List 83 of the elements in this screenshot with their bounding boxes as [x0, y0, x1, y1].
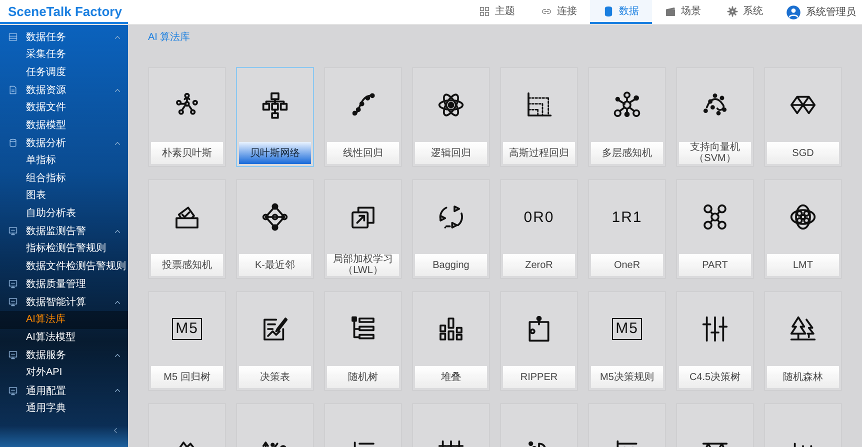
chart-grid-icon [525, 91, 553, 119]
menu-item[interactable]: 数据文件 [0, 99, 128, 116]
menu-group[interactable]: 通用配置 [0, 382, 128, 400]
algorithm-card[interactable]: PART [676, 179, 754, 279]
algorithm-card[interactable]: M5 M5决策规则 [588, 291, 666, 391]
menu-item[interactable]: 对外API [0, 364, 128, 382]
sliders-icon [701, 315, 729, 343]
menu-item[interactable]: AI算法库 [0, 311, 128, 328]
linked-circles-icon [701, 203, 729, 231]
algorithm-card[interactable]: C4.5决策树 [676, 291, 754, 391]
menu-group[interactable]: 数据质量管理 [0, 275, 128, 293]
monitor-icon [8, 386, 18, 396]
document-chart-icon [261, 315, 289, 343]
algorithm-card[interactable]: Bagging [412, 179, 490, 279]
chevron-left-icon [111, 426, 120, 435]
algorithm-card[interactable]: 0R0 ZeroR [500, 179, 578, 279]
algorithm-card[interactable]: 逻辑回归 [412, 67, 490, 167]
file-icon [8, 85, 18, 95]
nav-tab[interactable]: 场景 [652, 0, 714, 24]
menu-item[interactable]: 采集任务 [0, 46, 128, 64]
network-icon [613, 91, 641, 119]
algorithm-card[interactable]: 高斯过程回归 [500, 67, 578, 167]
diamond-nodes-icon [261, 203, 289, 231]
menu-group[interactable]: 数据服务 [0, 346, 128, 364]
algorithm-card[interactable]: 堆叠 [412, 291, 490, 391]
menu-item[interactable]: 数据文件检测告警规则 [0, 258, 128, 275]
menu-group[interactable]: 数据智能计算 [0, 293, 128, 311]
m5-text-icon: M5 [172, 318, 202, 340]
flower-circles-icon [789, 203, 817, 231]
database-icon [603, 6, 614, 16]
menu-item[interactable]: 任务调度 [0, 64, 128, 81]
menu-item[interactable]: 图表 [0, 187, 128, 204]
menu-item[interactable]: 自助分析表 [0, 204, 128, 222]
nav-tab[interactable]: 连接 [528, 0, 590, 24]
menu-item[interactable]: 指标检测告警规则 [0, 240, 128, 258]
grid-icon [479, 6, 490, 16]
menu-item[interactable]: 通用字典 [0, 400, 128, 417]
menu-item[interactable]: 数据模型 [0, 116, 128, 134]
monitor-icon [8, 226, 18, 236]
bar-blocks-icon [437, 315, 465, 343]
menu-group[interactable]: 数据资源 [0, 81, 128, 99]
cycle-arrows-icon [437, 203, 465, 231]
algorithm-card[interactable]: 决策表 [236, 291, 314, 391]
algorithm-card[interactable]: 贝叶斯网络 [236, 67, 314, 167]
algorithm-card[interactable]: 局部加权学习（LWL） [324, 179, 402, 279]
clapperboard-icon [665, 6, 676, 16]
atom-icon [437, 91, 465, 119]
algorithm-card[interactable]: 1R1 OneR [588, 179, 666, 279]
menu-item[interactable]: AI算法模型 [0, 328, 128, 346]
algorithm-card[interactable]: M5 M5 回归树 [148, 291, 226, 391]
algorithm-card[interactable]: 线性回归 [324, 67, 402, 167]
nav-tab[interactable]: 数据 [590, 0, 652, 24]
menu-item[interactable]: 单指标 [0, 152, 128, 170]
r-text-icon: 0R0 [524, 208, 554, 226]
menu-group[interactable]: 数据任务 [0, 28, 128, 46]
nav-tab[interactable]: 系统 [714, 0, 776, 24]
menu-group[interactable]: 数据分析 [0, 134, 128, 152]
page-title: AI 算法库 [148, 31, 192, 45]
avatar-icon [786, 4, 801, 20]
algorithm-card[interactable]: 投票感知机 [148, 179, 226, 279]
gear-icon [727, 6, 738, 16]
pine-trees-icon [789, 315, 817, 343]
algorithm-card[interactable]: LMT [764, 179, 842, 279]
monitor-icon [8, 350, 18, 360]
menu-group[interactable]: 数据监测告警 [0, 222, 128, 240]
algorithm-card[interactable]: SGD [764, 67, 842, 167]
algorithm-card[interactable]: 随机森林 [764, 291, 842, 391]
user-name[interactable]: 系统管理员 [806, 5, 856, 19]
nav-tab[interactable]: 主题 [466, 0, 528, 24]
algorithm-card[interactable]: 随机树 [324, 291, 402, 391]
algorithm-card[interactable]: RIPPER [500, 291, 578, 391]
monitor-icon [8, 297, 18, 307]
algorithm-card[interactable]: 朴素贝叶斯 [148, 67, 226, 167]
m5-text-icon: M5 [612, 318, 642, 340]
algorithm-card[interactable]: 多层感知机 [588, 67, 666, 167]
algorithm-card[interactable]: K-最近邻 [236, 179, 314, 279]
menu-item[interactable]: 组合指标 [0, 170, 128, 187]
r-text-icon: 1R1 [612, 208, 642, 226]
hierarchy-icon [261, 91, 289, 119]
list-icon [8, 32, 18, 42]
cylinder-icon [8, 138, 18, 148]
algorithm-card[interactable]: 支持向量机（SVM） [676, 67, 754, 167]
monitor-icon [8, 279, 18, 289]
